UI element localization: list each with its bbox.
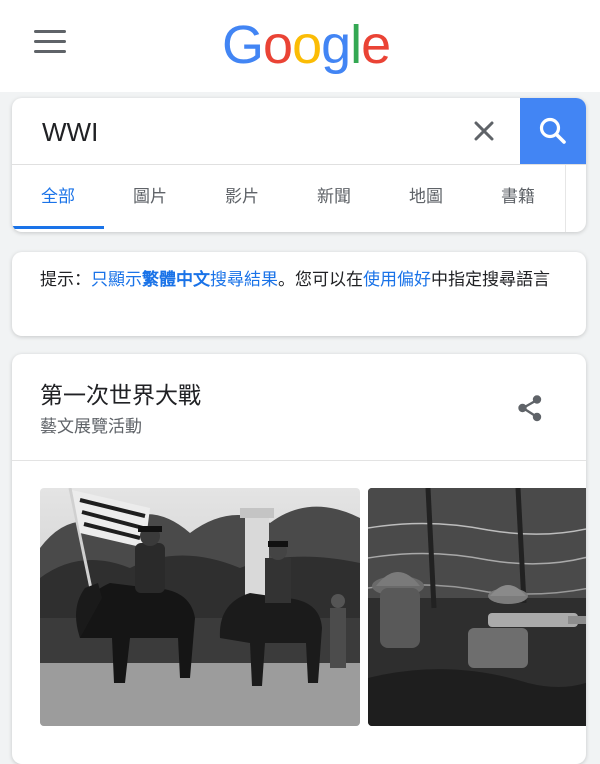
logo-letter: e bbox=[361, 15, 391, 75]
tabs-divider bbox=[565, 165, 566, 232]
hamburger-menu-icon[interactable] bbox=[34, 30, 66, 54]
kp-subtitle: 藝文展覽活動 bbox=[40, 417, 142, 437]
language-hint-card: 提示：只顯示繁體中文搜尋結果。您可以在使用偏好中指定搜尋語言 bbox=[12, 252, 586, 336]
tab-label: 圖片 bbox=[133, 187, 167, 207]
search-row bbox=[12, 98, 586, 165]
tab-label: 全部 bbox=[41, 187, 75, 207]
share-icon[interactable] bbox=[512, 390, 548, 426]
photo-cavalry-parade[interactable] bbox=[40, 488, 360, 726]
search-button[interactable] bbox=[520, 98, 586, 164]
hint-prefix: 提示： bbox=[40, 270, 91, 290]
tab-label: 新聞 bbox=[317, 187, 351, 207]
logo-letter: o bbox=[292, 15, 322, 75]
active-tab-indicator bbox=[12, 226, 104, 229]
search-icon bbox=[539, 117, 566, 144]
photo-trench-soldiers[interactable] bbox=[368, 488, 586, 726]
top-bar: Google bbox=[0, 0, 600, 92]
tab-label: 地圖 bbox=[409, 187, 443, 207]
kp-divider bbox=[12, 460, 586, 461]
kp-title[interactable]: 第一次世界大戰 bbox=[40, 376, 201, 410]
only-show-link[interactable]: 只顯示 bbox=[91, 270, 142, 290]
hint-suffix: 中指定搜尋語言 bbox=[431, 270, 550, 290]
close-icon[interactable] bbox=[468, 115, 500, 147]
tab-label: 書籍 bbox=[501, 187, 535, 207]
tab-all[interactable]: 全部 bbox=[12, 165, 104, 229]
tab-label: 影片 bbox=[225, 187, 259, 207]
tab-books[interactable]: 書籍 bbox=[472, 165, 564, 229]
tab-videos[interactable]: 影片 bbox=[196, 165, 288, 229]
google-logo[interactable]: Google bbox=[222, 12, 391, 78]
language-hint-text: 提示：只顯示繁體中文搜尋結果。您可以在使用偏好中指定搜尋語言 bbox=[40, 266, 570, 294]
search-box-card: 全部 圖片 影片 新聞 地圖 書籍 bbox=[12, 98, 586, 232]
search-results-link[interactable]: 搜尋結果 bbox=[210, 270, 278, 290]
tab-images[interactable]: 圖片 bbox=[104, 165, 196, 229]
hint-middle-text: 。您可以在 bbox=[278, 270, 363, 290]
tab-news[interactable]: 新聞 bbox=[288, 165, 380, 229]
knowledge-panel: 第一次世界大戰 藝文展覽活動 bbox=[12, 354, 586, 764]
logo-letter: g bbox=[321, 15, 351, 75]
traditional-chinese-link[interactable]: 繁體中文 bbox=[142, 270, 210, 290]
logo-letter: G bbox=[222, 15, 264, 75]
logo-letter: l bbox=[350, 15, 362, 75]
logo-letter: o bbox=[263, 15, 293, 75]
tab-maps[interactable]: 地圖 bbox=[380, 165, 472, 229]
preferences-link[interactable]: 使用偏好 bbox=[363, 270, 431, 290]
search-tabs: 全部 圖片 影片 新聞 地圖 書籍 bbox=[12, 165, 586, 232]
search-input[interactable] bbox=[40, 112, 464, 152]
